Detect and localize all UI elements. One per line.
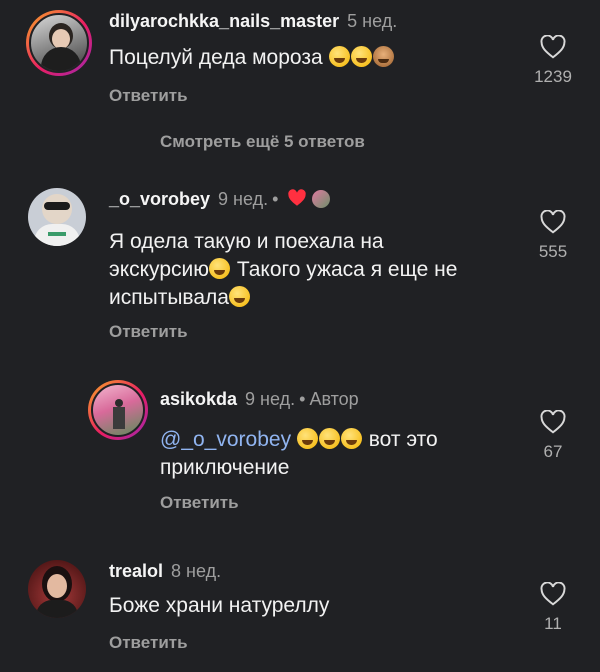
grinning-emoji <box>340 428 362 449</box>
grinning-emoji <box>296 428 318 449</box>
timestamp: 8 нед. <box>171 561 222 581</box>
comment-meta: _o_vorobey 9 нед. • <box>109 189 331 210</box>
comment-text: @_o_vorobey вот это приключение <box>160 428 438 479</box>
like-button[interactable]: 555 <box>529 210 577 262</box>
like-count: 67 <box>543 442 563 461</box>
comment-text: Поцелуй деда мороза <box>109 44 395 72</box>
avatar[interactable] <box>28 188 86 246</box>
username[interactable]: trealol <box>109 561 163 581</box>
like-count: 11 <box>544 614 562 633</box>
mention-link[interactable]: @_o_vorobey <box>160 428 291 451</box>
author-badge: Автор <box>309 389 359 409</box>
username[interactable]: dilyarochkka_nails_master <box>109 11 339 31</box>
avatar[interactable] <box>28 560 86 618</box>
grinning-emoji <box>209 258 230 279</box>
heart-outline-icon <box>540 582 566 606</box>
rofl-emoji <box>350 46 372 67</box>
reply-button[interactable]: Ответить <box>160 493 239 513</box>
heart-outline-icon <box>540 210 566 234</box>
timestamp: 9 нед. <box>218 189 269 209</box>
username[interactable]: _o_vorobey <box>109 189 210 209</box>
avatar[interactable] <box>26 10 92 76</box>
like-button[interactable]: 1239 <box>529 35 577 87</box>
like-count: 1239 <box>534 67 572 86</box>
avatar[interactable] <box>88 380 148 440</box>
timestamp: 9 нед. <box>245 389 296 409</box>
like-button[interactable]: 67 <box>529 410 577 462</box>
view-more-replies-button[interactable]: Смотреть ещё 5 ответов <box>160 132 365 152</box>
heart-outline-icon <box>540 410 566 434</box>
comment-meta: dilyarochkka_nails_master 5 нед. <box>109 11 397 32</box>
grinning-emoji <box>318 428 340 449</box>
comment-text: Я одела такую и поехала на экскурсию Так… <box>109 230 458 309</box>
see-no-evil-monkey-emoji <box>372 46 394 67</box>
heart-filled-icon <box>288 189 307 206</box>
reply-button[interactable]: Ответить <box>109 322 188 342</box>
comment-text: Боже храни натуреллу <box>109 594 330 617</box>
grinning-emoji <box>228 286 250 307</box>
creator-avatar-icon <box>312 190 331 208</box>
reply-button[interactable]: Ответить <box>109 633 188 653</box>
heart-outline-icon <box>540 35 566 59</box>
comment-meta: asikokda 9 нед. • Автор <box>160 389 359 409</box>
like-button[interactable]: 11 <box>529 582 577 634</box>
reply-button[interactable]: Ответить <box>109 86 188 106</box>
comment-meta: trealol 8 нед. <box>109 561 221 582</box>
like-count: 555 <box>538 242 568 261</box>
timestamp: 5 нед. <box>347 11 398 31</box>
rofl-emoji <box>328 46 350 67</box>
username[interactable]: asikokda <box>160 389 237 409</box>
